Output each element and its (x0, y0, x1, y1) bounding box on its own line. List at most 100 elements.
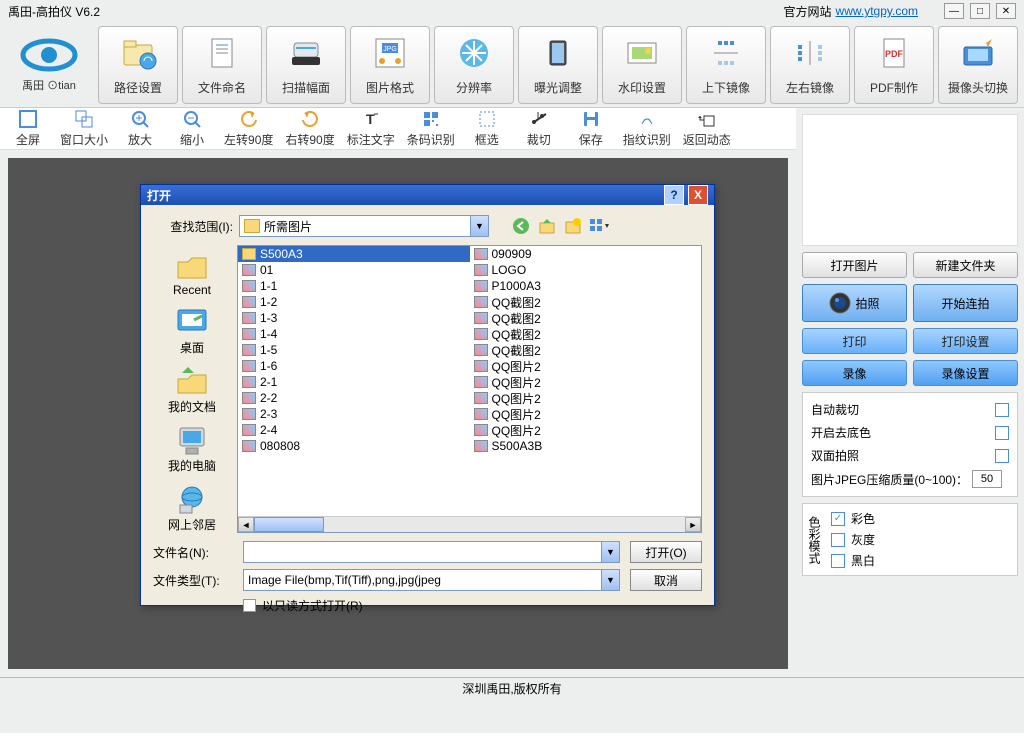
return-dynamic-button[interactable]: 返回动态 (683, 109, 731, 148)
cancel-button[interactable]: 取消 (630, 569, 702, 591)
file-item[interactable]: S500A3 (238, 246, 470, 262)
image-file-icon (242, 424, 256, 436)
watermark-icon (622, 33, 662, 73)
resolution-button[interactable]: 分辨率 (434, 26, 514, 104)
dialog-titlebar[interactable]: 打开 ? X (141, 185, 714, 205)
view-menu-icon[interactable] (589, 216, 609, 236)
file-item[interactable]: 090909 (470, 246, 702, 262)
file-item[interactable]: QQ截图2 (470, 342, 702, 358)
annotate-button[interactable]: T标注文字 (347, 109, 395, 148)
print-button[interactable]: 打印 (802, 328, 907, 354)
chevron-down-icon[interactable]: ▼ (601, 570, 619, 590)
file-item[interactable]: 080808 (238, 438, 470, 454)
watermark-button[interactable]: 水印设置 (602, 26, 682, 104)
filetype-combo[interactable]: Image File(bmp,Tif(Tiff),png,jpg(jpeg ▼ (243, 569, 620, 591)
back-icon[interactable] (511, 216, 531, 236)
select-box-button[interactable]: 框选 (467, 109, 507, 148)
readonly-checkbox[interactable] (243, 599, 256, 612)
color-bw-checkbox[interactable] (831, 554, 845, 568)
double-shoot-checkbox[interactable] (995, 449, 1009, 463)
new-folder-button[interactable]: 新建文件夹 (913, 252, 1018, 278)
file-item[interactable]: QQ图片2 (470, 406, 702, 422)
exposure-button[interactable]: 曝光调整 (518, 26, 598, 104)
file-item[interactable]: 01 (238, 262, 470, 278)
path-settings-button[interactable]: 路径设置 (98, 26, 178, 104)
image-file-icon (474, 360, 488, 372)
file-item[interactable]: QQ截图2 (470, 294, 702, 310)
up-icon[interactable] (537, 216, 557, 236)
side-panel: 打开图片 新建文件夹 拍照 开始连拍 打印 打印设置 录像 录像设置 自动裁切 … (796, 108, 1024, 677)
scroll-left-button[interactable]: ◄ (238, 517, 254, 532)
print-settings-button[interactable]: 打印设置 (913, 328, 1018, 354)
record-button[interactable]: 录像 (802, 360, 907, 386)
place-recent[interactable]: Recent (173, 249, 211, 297)
file-item[interactable]: 2-3 (238, 406, 470, 422)
file-item[interactable]: QQ截图2 (470, 326, 702, 342)
file-item[interactable]: S500A3B (470, 438, 702, 454)
place-desktop[interactable]: 桌面 (174, 305, 210, 356)
file-item[interactable]: 2-4 (238, 422, 470, 438)
lookin-combo[interactable]: 所需图片 ▼ (239, 215, 489, 237)
burst-button[interactable]: 开始连拍 (913, 284, 1018, 322)
file-item[interactable]: 1-5 (238, 342, 470, 358)
file-item[interactable]: 1-3 (238, 310, 470, 326)
fingerprint-button[interactable]: 指纹识别 (623, 109, 671, 148)
file-item[interactable]: QQ图片2 (470, 390, 702, 406)
dialog-close-button[interactable]: X (688, 185, 708, 205)
file-item[interactable]: QQ截图2 (470, 310, 702, 326)
color-gray-checkbox[interactable] (831, 533, 845, 547)
record-settings-button[interactable]: 录像设置 (913, 360, 1018, 386)
zoom-out-button[interactable]: 缩小 (172, 109, 212, 148)
preview-area: 打开 ? X 查找范围(I): 所需图片 ▼ (8, 158, 788, 669)
file-item[interactable]: 1-2 (238, 294, 470, 310)
rotate-left-button[interactable]: 左转90度 (224, 109, 273, 148)
filename-input[interactable]: ▼ (243, 541, 620, 563)
place-mycomputer[interactable]: 我的电脑 (168, 423, 216, 474)
save-button[interactable]: 保存 (571, 109, 611, 148)
file-item[interactable]: 1-1 (238, 278, 470, 294)
website-link[interactable]: www.ytgpy.com (836, 4, 918, 18)
remove-bg-checkbox[interactable] (995, 426, 1009, 440)
file-item[interactable]: QQ图片2 (470, 374, 702, 390)
color-color-checkbox[interactable]: ✓ (831, 512, 845, 526)
scan-area-button[interactable]: 扫描幅面 (266, 26, 346, 104)
minimize-button[interactable]: — (944, 3, 964, 19)
file-item[interactable]: 1-6 (238, 358, 470, 374)
maximize-button[interactable]: □ (970, 3, 990, 19)
file-naming-button[interactable]: 文件命名 (182, 26, 262, 104)
place-mydocs[interactable]: 我的文档 (168, 364, 216, 415)
flip-vertical-button[interactable]: 上下镜像 (686, 26, 766, 104)
file-item[interactable]: 1-4 (238, 326, 470, 342)
file-item[interactable]: 2-1 (238, 374, 470, 390)
image-format-button[interactable]: JPG图片格式 (350, 26, 430, 104)
file-item[interactable]: QQ图片2 (470, 422, 702, 438)
place-network[interactable]: 网上邻居 (168, 482, 216, 533)
open-image-button[interactable]: 打开图片 (802, 252, 907, 278)
chevron-down-icon[interactable]: ▼ (601, 542, 619, 562)
fullscreen-button[interactable]: 全屏 (8, 109, 48, 148)
image-file-icon (242, 408, 256, 420)
horizontal-scrollbar[interactable]: ◄ ► (238, 516, 701, 532)
barcode-button[interactable]: 条码识别 (407, 109, 455, 148)
window-size-button[interactable]: 窗口大小 (60, 109, 108, 148)
file-item[interactable]: QQ图片2 (470, 358, 702, 374)
camera-switch-button[interactable]: 摄像头切换 (938, 26, 1018, 104)
pdf-make-button[interactable]: PDFPDF制作 (854, 26, 934, 104)
close-button[interactable]: ✕ (996, 3, 1016, 19)
scroll-right-button[interactable]: ► (685, 517, 701, 532)
dialog-help-button[interactable]: ? (664, 185, 684, 205)
zoom-in-button[interactable]: 放大 (120, 109, 160, 148)
new-folder-icon[interactable] (563, 216, 583, 236)
capture-button[interactable]: 拍照 (802, 284, 907, 322)
chevron-down-icon[interactable]: ▼ (470, 216, 488, 236)
crop-button[interactable]: 裁切 (519, 109, 559, 148)
flip-horizontal-button[interactable]: 左右镜像 (770, 26, 850, 104)
auto-crop-checkbox[interactable] (995, 403, 1009, 417)
scroll-thumb[interactable] (254, 517, 324, 532)
file-item[interactable]: LOGO (470, 262, 702, 278)
file-item[interactable]: 2-2 (238, 390, 470, 406)
rotate-right-button[interactable]: 右转90度 (285, 109, 334, 148)
open-button[interactable]: 打开(O) (630, 541, 702, 563)
jpeg-quality-input[interactable] (972, 470, 1002, 488)
file-item[interactable]: P1000A3 (470, 278, 702, 294)
